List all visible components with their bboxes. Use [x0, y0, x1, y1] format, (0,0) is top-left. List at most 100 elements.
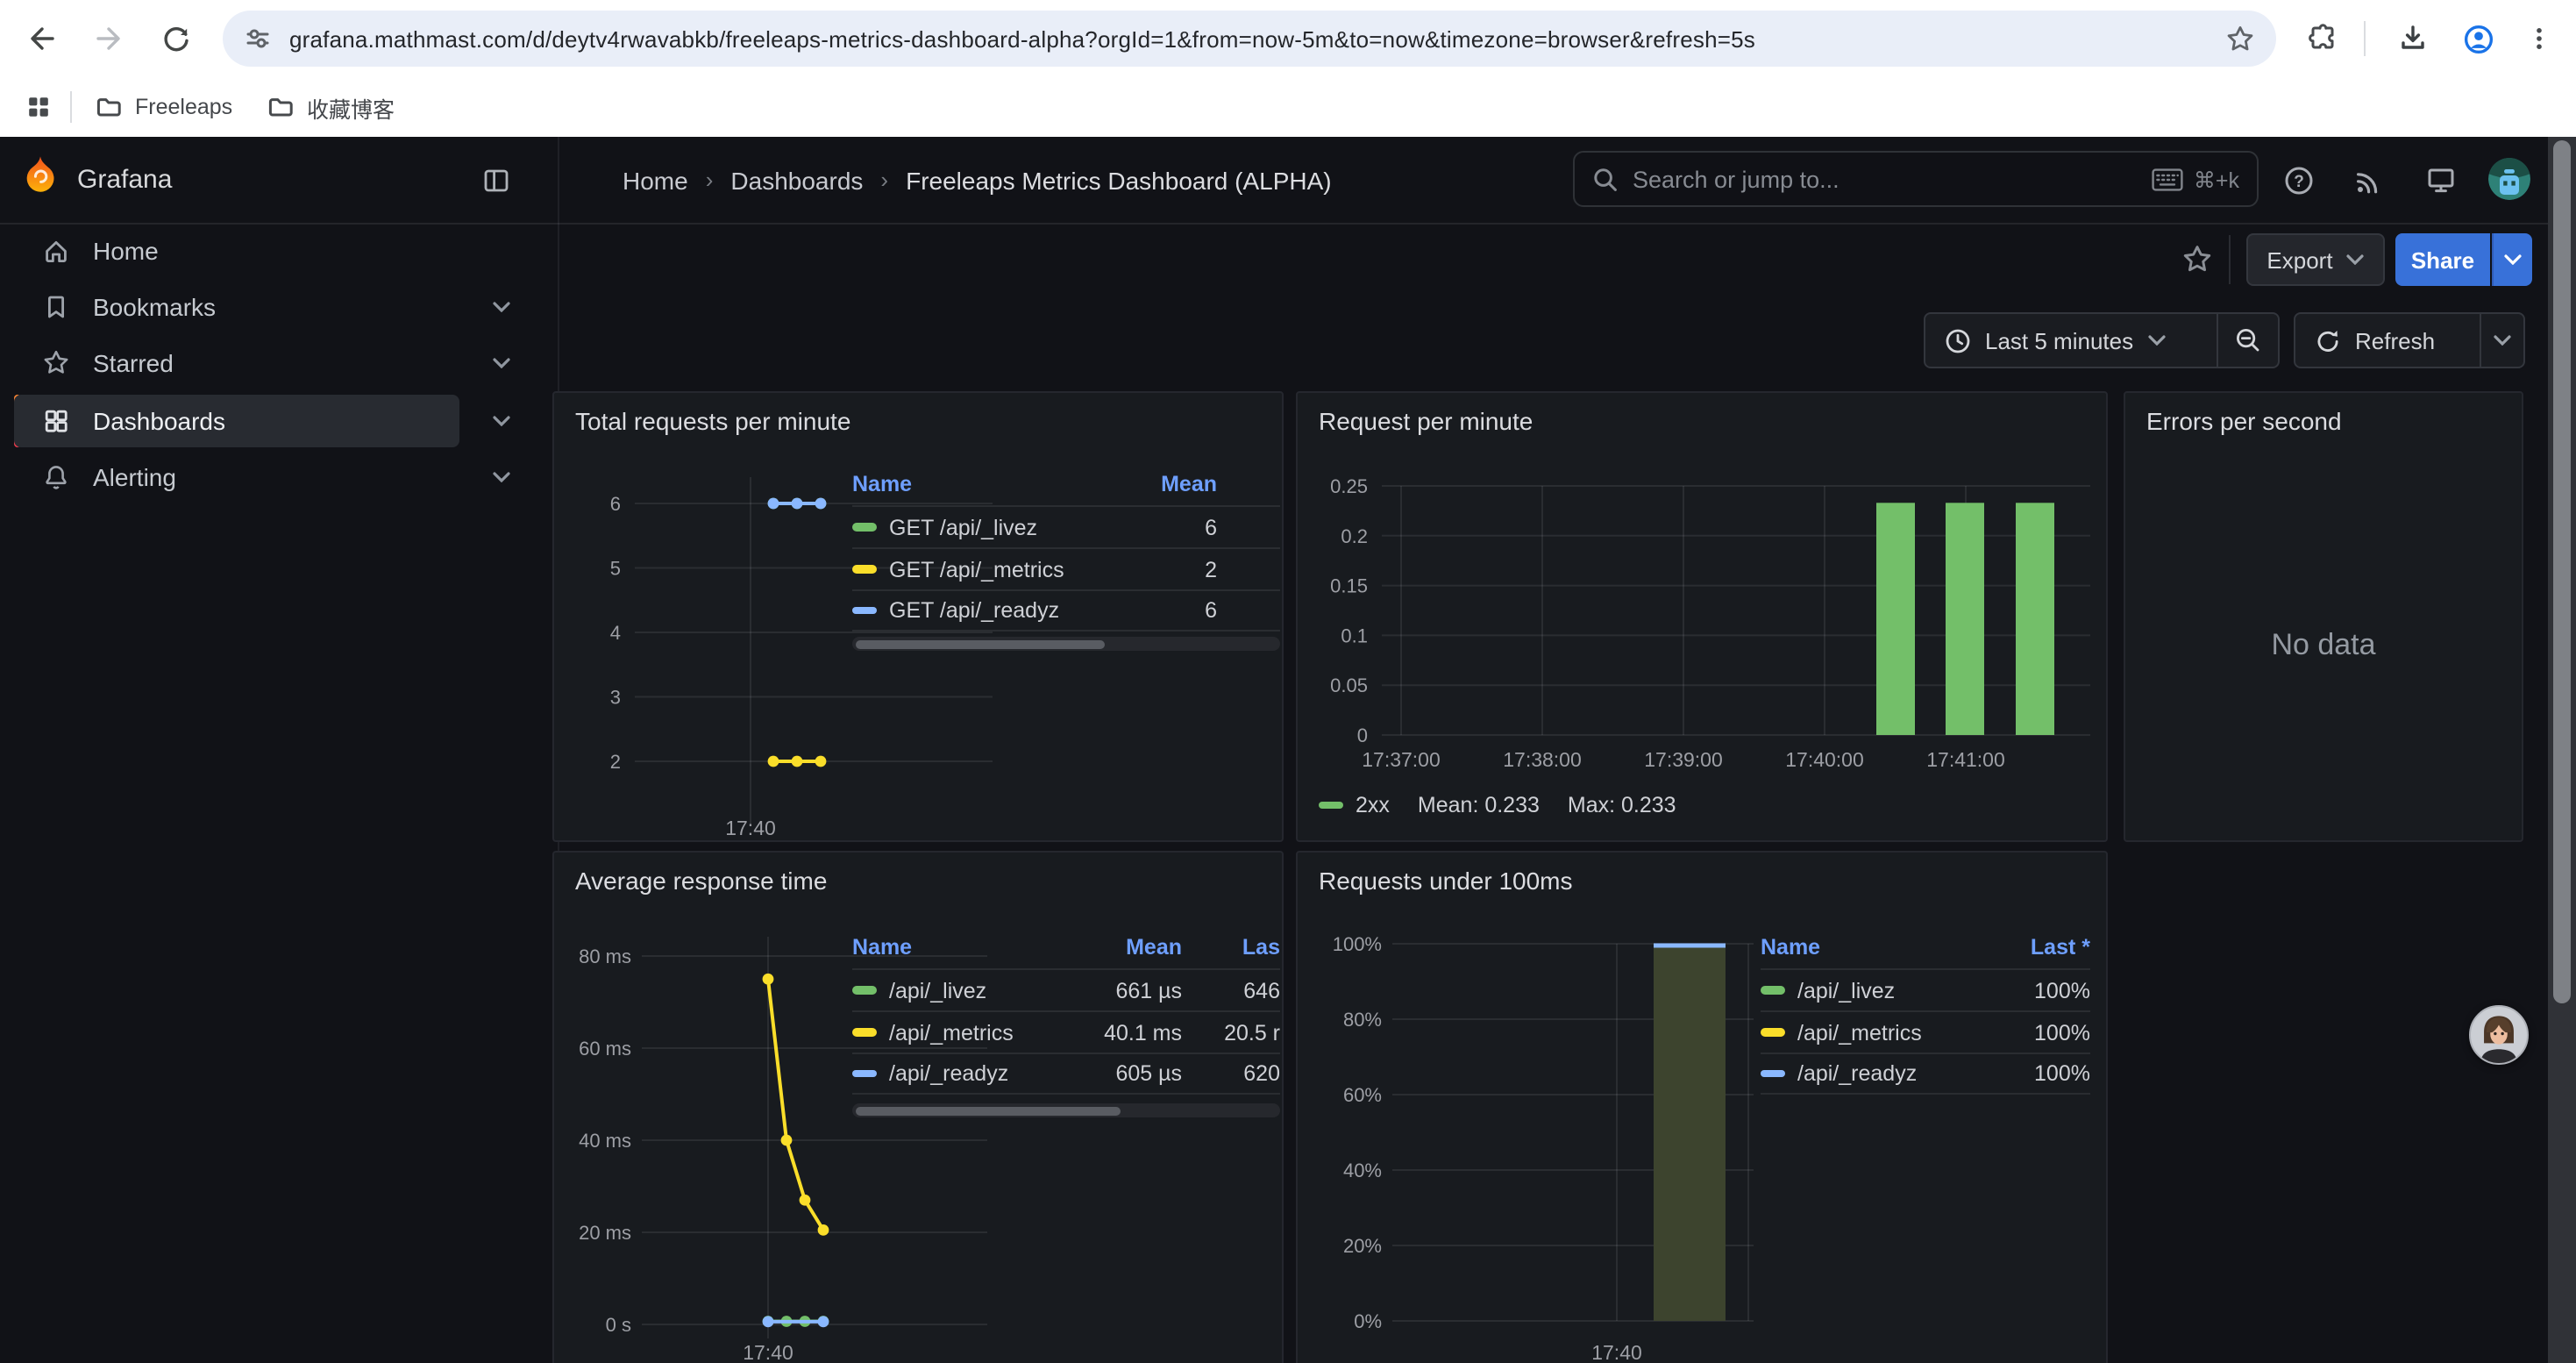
- zoom-out-button[interactable]: [2218, 314, 2278, 367]
- star-dashboard-button[interactable]: [2180, 242, 2215, 277]
- panel-title[interactable]: Request per minute: [1319, 407, 1533, 435]
- user-avatar[interactable]: [2488, 158, 2530, 200]
- downloads-button[interactable]: [2388, 14, 2437, 63]
- download-icon: [2397, 23, 2429, 54]
- svg-text:3: 3: [610, 687, 621, 709]
- keyboard-icon: [2152, 168, 2183, 190]
- svg-text:17:40: 17:40: [743, 1341, 793, 1363]
- bookmark-folder-freeleaps[interactable]: Freeleaps: [84, 86, 243, 128]
- share-menu-button[interactable]: [2492, 233, 2532, 286]
- site-info-icon[interactable]: [244, 25, 272, 53]
- panel-toggle-icon: [482, 167, 510, 195]
- svg-text:17:40: 17:40: [1591, 1341, 1642, 1363]
- sidebar-item-label: Alerting: [93, 463, 176, 491]
- chevron-down-icon: [2504, 254, 2522, 265]
- bookmark-star-icon[interactable]: [2225, 24, 2255, 54]
- svg-text:0.15: 0.15: [1330, 575, 1368, 597]
- legend-col-mean[interactable]: Mean: [1112, 472, 1217, 496]
- series-swatch: [1319, 802, 1343, 810]
- sidebar-item-starred[interactable]: Starred: [14, 337, 459, 389]
- panel-total-requests: 6543217:40 Total requests per minute Nam…: [552, 391, 1284, 842]
- refresh-button[interactable]: Refresh: [2295, 314, 2480, 367]
- svg-text:?: ?: [2294, 173, 2304, 191]
- chevron-down-icon[interactable]: [493, 302, 510, 312]
- chevron-down-icon: [2494, 335, 2511, 346]
- sidebar-item-bookmarks[interactable]: Bookmarks: [14, 281, 459, 333]
- chevron-down-icon: [2347, 254, 2365, 265]
- search-shortcut: ⌘+k: [2152, 166, 2239, 192]
- legend-row: /api/_metrics 100%: [1761, 1010, 2090, 1053]
- svg-text:60%: 60%: [1343, 1084, 1382, 1106]
- legend-scrollbar[interactable]: [852, 637, 1280, 651]
- no-data-message: No data: [2125, 628, 2522, 663]
- legend-row: /api/_livez 100%: [1761, 968, 2090, 1010]
- svg-text:17:39:00: 17:39:00: [1644, 748, 1723, 771]
- avatar-face-image: [2471, 1007, 2527, 1063]
- refresh-interval-button[interactable]: [2481, 314, 2523, 367]
- extensions-puzzle-icon: [2308, 23, 2339, 54]
- chevron-down-icon[interactable]: [493, 472, 510, 482]
- extensions-button[interactable]: [2299, 14, 2348, 63]
- sidebar-item-dashboards[interactable]: Dashboards: [14, 395, 459, 447]
- legend-table: Name Last * /api/_livez 100% /api/_metri…: [1761, 926, 2090, 1095]
- search-input[interactable]: Search or jump to... ⌘+k: [1573, 151, 2259, 207]
- series-swatch: [1761, 987, 1785, 995]
- bookmark-label: 收藏博客: [307, 90, 395, 124]
- svg-text:5: 5: [610, 558, 621, 580]
- apps-grid-button[interactable]: [14, 82, 63, 132]
- request-per-minute-chart[interactable]: 0.250.20.150.10.05017:37:0017:38:0017:39…: [1298, 393, 2106, 840]
- breadcrumb-dashboards[interactable]: Dashboards: [730, 166, 863, 194]
- star-icon: [2181, 244, 2213, 275]
- sidebar-item-alerting[interactable]: Alerting: [14, 451, 459, 503]
- clock-icon: [1945, 327, 1971, 353]
- series-swatch: [852, 987, 877, 995]
- forward-button[interactable]: [84, 14, 133, 63]
- legend-row: /api/_metrics 40.1 ms 20.5 r: [852, 1010, 1280, 1053]
- sidebar-item-home[interactable]: Home: [14, 225, 459, 277]
- news-rss-button[interactable]: [2352, 165, 2383, 196]
- help-button[interactable]: ?: [2283, 165, 2315, 196]
- panel-errors-per-second: Errors per second No data: [2124, 391, 2523, 842]
- svg-text:17:41:00: 17:41:00: [1926, 748, 2005, 771]
- panel-title[interactable]: Average response time: [575, 867, 827, 895]
- legend-row: /api/_livez 661 µs 646: [852, 968, 1280, 1010]
- legend-col-last[interactable]: Las: [1182, 935, 1280, 960]
- svg-text:60 ms: 60 ms: [579, 1038, 631, 1060]
- time-controls: Last 5 minutes: [1924, 312, 2280, 368]
- svg-text:2: 2: [610, 751, 621, 773]
- grafana-logo[interactable]: [21, 154, 60, 193]
- dashboards-grid-icon: [42, 407, 70, 435]
- legend-header: Name Last *: [1761, 926, 2090, 968]
- url-bar[interactable]: grafana.mathmast.com/d/deytv4rwavabkb/fr…: [223, 11, 2276, 67]
- series-swatch: [1761, 1070, 1785, 1078]
- breadcrumb-home[interactable]: Home: [623, 166, 688, 194]
- panel-title[interactable]: Requests under 100ms: [1319, 867, 1573, 895]
- series-swatch: [1761, 1029, 1785, 1037]
- legend-col-last[interactable]: Last *: [1968, 935, 2090, 960]
- browser-menu-button[interactable]: [2515, 14, 2564, 63]
- legend-col-mean[interactable]: Mean: [1073, 935, 1182, 960]
- reload-button[interactable]: [151, 14, 200, 63]
- rss-icon: [2352, 166, 2382, 196]
- legend-scrollbar[interactable]: [852, 1103, 1280, 1117]
- back-button[interactable]: [18, 14, 67, 63]
- refresh-controls: Refresh: [2294, 312, 2525, 368]
- profile-button[interactable]: [2453, 14, 2502, 63]
- sidebar-item-label: Dashboards: [93, 407, 225, 435]
- time-range-picker[interactable]: Last 5 minutes: [1925, 314, 2217, 367]
- page-scrollbar-thumb[interactable]: [2553, 140, 2571, 1003]
- star-icon: [42, 349, 70, 377]
- panel-title[interactable]: Total requests per minute: [575, 407, 850, 435]
- legend-table: Name Mean GET /api/_livez 6 GET /api/_me…: [852, 463, 1280, 632]
- chevron-down-icon[interactable]: [493, 416, 510, 426]
- export-button[interactable]: Export: [2246, 233, 2385, 286]
- sidebar-toggle-button[interactable]: [480, 165, 512, 196]
- share-button[interactable]: Share: [2395, 233, 2490, 286]
- chevron-down-icon[interactable]: [493, 358, 510, 368]
- bookmark-folder-blogs[interactable]: 收藏博客: [256, 86, 405, 128]
- floating-extension-avatar[interactable]: [2469, 1005, 2529, 1065]
- panel-title[interactable]: Errors per second: [2146, 407, 2342, 435]
- chevron-down-icon: [2147, 335, 2165, 346]
- legend-table: Name Mean Las /api/_livez 661 µs 646 /ap…: [852, 926, 1280, 1095]
- kiosk-mode-button[interactable]: [2425, 165, 2457, 196]
